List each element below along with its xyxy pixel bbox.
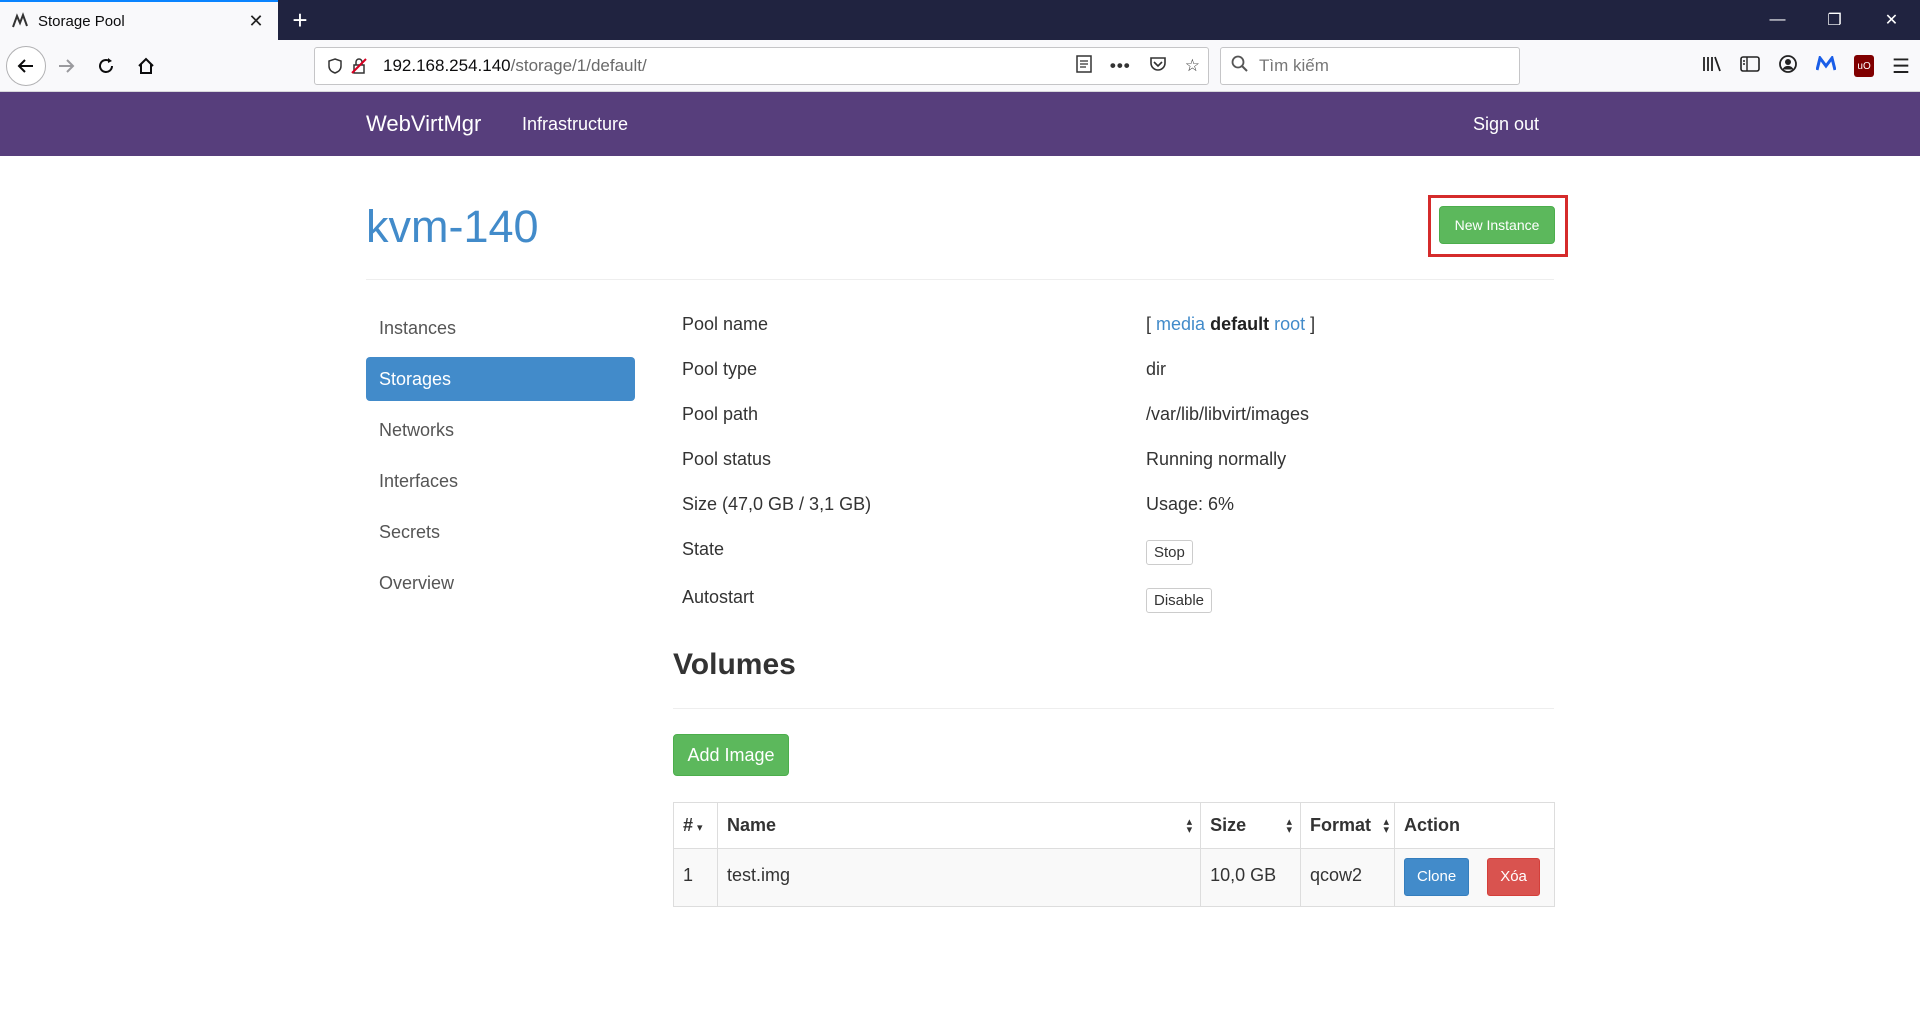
pool-link-media[interactable]: media [1156, 314, 1205, 334]
cell-name: test.img [716, 848, 1202, 907]
search-input[interactable]: Tìm kiếm [1220, 47, 1520, 85]
sort-icon: ▴ ▾ [1186, 816, 1193, 836]
sidebar-item-instances[interactable]: Instances [366, 306, 635, 350]
shield-icon[interactable] [323, 58, 347, 74]
pool-usage-value: Usage: 6% [1146, 494, 1235, 514]
sidebar-nav: Instances Storages Networks Interfaces S… [366, 306, 635, 612]
page-title: kvm-140 [366, 201, 539, 252]
column-header-format[interactable]: Format ▴ ▾ [1300, 802, 1395, 849]
table-row: 1 test.img 10,0 GB qcow2 Clone Xóa [673, 848, 1556, 907]
cell-actions: Clone Xóa [1393, 848, 1556, 907]
search-icon [1231, 55, 1249, 78]
tab-title: Storage Pool [38, 12, 125, 30]
stop-button[interactable]: Stop [1146, 540, 1193, 565]
url-text: 192.168.254.140/storage/1/default/ [383, 56, 647, 75]
new-instance-button[interactable]: New Instance [1439, 206, 1555, 244]
brand-link[interactable]: WebVirtMgr [366, 111, 481, 137]
disable-autostart-button[interactable]: Disable [1146, 588, 1213, 613]
nav-infrastructure-link[interactable]: Infrastructure [522, 114, 628, 135]
new-tab-icon[interactable]: + [278, 0, 322, 40]
volumes-heading: Volumes [673, 648, 796, 681]
extension-m-icon[interactable] [1815, 54, 1837, 77]
sidebar-toggle-icon[interactable] [1740, 55, 1760, 78]
volumes-table: # ▾ Name ▴ ▾ Size ▴ ▾ Format ▴ ▾ Action 1 test.… [673, 802, 1556, 907]
pool-path-value: /var/lib/libvirt/images [1146, 404, 1310, 424]
sort-desc-icon: ▾ [697, 822, 703, 834]
pool-state-label: State [682, 539, 725, 559]
account-icon[interactable] [1778, 54, 1798, 79]
pool-status-value: Running normally [1146, 449, 1287, 469]
add-image-button[interactable]: Add Image [673, 734, 789, 776]
cell-size: 10,0 GB [1200, 848, 1302, 907]
pool-type-value: dir [1146, 359, 1167, 379]
column-header-name[interactable]: Name ▴ ▾ [716, 802, 1202, 849]
reload-button[interactable] [86, 46, 126, 86]
back-button[interactable] [6, 45, 46, 86]
delete-button[interactable]: Xóa [1487, 858, 1540, 896]
sidebar-item-secrets[interactable]: Secrets [366, 510, 635, 554]
browser-toolbar: 192.168.254.140/storage/1/default/ ••• ☆… [0, 40, 1920, 92]
pocket-icon[interactable] [1149, 56, 1167, 77]
pool-name-value: [ media default root ] [1146, 314, 1316, 334]
column-header-action: Action [1393, 802, 1556, 849]
insecure-connection-icon[interactable] [347, 57, 371, 75]
sidebar-item-overview[interactable]: Overview [366, 561, 635, 605]
column-header-size[interactable]: Size ▴ ▾ [1200, 802, 1302, 849]
site-favicon-icon [10, 11, 30, 31]
tab-close-icon[interactable]: ✕ [246, 11, 266, 31]
minimize-icon[interactable]: — [1749, 0, 1806, 40]
window-controls: — ❐ ✕ [1749, 0, 1920, 40]
pool-current-name: default [1210, 314, 1270, 334]
address-bar[interactable]: 192.168.254.140/storage/1/default/ ••• ☆ [314, 47, 1209, 85]
search-placeholder: Tìm kiếm [1259, 56, 1329, 75]
column-header-number[interactable]: # ▾ [673, 802, 718, 849]
cell-number: 1 [673, 848, 718, 907]
sort-icon: ▴ ▾ [1286, 816, 1293, 836]
clone-button[interactable]: Clone [1403, 858, 1470, 896]
window-close-icon[interactable]: ✕ [1863, 0, 1920, 40]
pool-autostart-label: Autostart [682, 587, 755, 607]
ublock-icon[interactable]: uO [1854, 55, 1875, 77]
bookmark-star-icon[interactable]: ☆ [1185, 56, 1200, 76]
pool-size-label: Size (47,0 GB / 3,1 GB) [682, 494, 872, 514]
browser-tab[interactable]: Storage Pool ✕ [0, 0, 278, 40]
sort-icon: ▴ ▾ [1383, 816, 1389, 836]
sidebar-item-networks[interactable]: Networks [366, 408, 635, 452]
sidebar-item-storages[interactable]: Storages [366, 357, 635, 401]
browser-tabstrip: Storage Pool ✕ + — ❐ ✕ [0, 0, 1920, 40]
cell-format: qcow2 [1300, 848, 1395, 907]
pool-status-label: Pool status [682, 449, 772, 469]
header-divider [366, 279, 1554, 280]
sign-out-link[interactable]: Sign out [1473, 114, 1539, 135]
restore-icon[interactable]: ❐ [1806, 0, 1863, 40]
library-icon[interactable] [1702, 55, 1722, 78]
pool-name-label: Pool name [682, 314, 769, 334]
pool-path-label: Pool path [682, 404, 759, 424]
app-navbar: WebVirtMgr Infrastructure Sign out [0, 92, 1920, 156]
menu-hamburger-icon[interactable]: ☰ [1892, 54, 1910, 79]
reader-view-icon[interactable] [1076, 54, 1092, 78]
pool-type-label: Pool type [682, 359, 758, 379]
sidebar-item-interfaces[interactable]: Interfaces [366, 459, 635, 503]
more-actions-icon[interactable]: ••• [1110, 56, 1131, 76]
home-button[interactable] [126, 46, 166, 86]
forward-button[interactable] [46, 46, 86, 86]
pool-link-root[interactable]: root [1274, 314, 1305, 334]
volumes-divider [673, 708, 1554, 709]
